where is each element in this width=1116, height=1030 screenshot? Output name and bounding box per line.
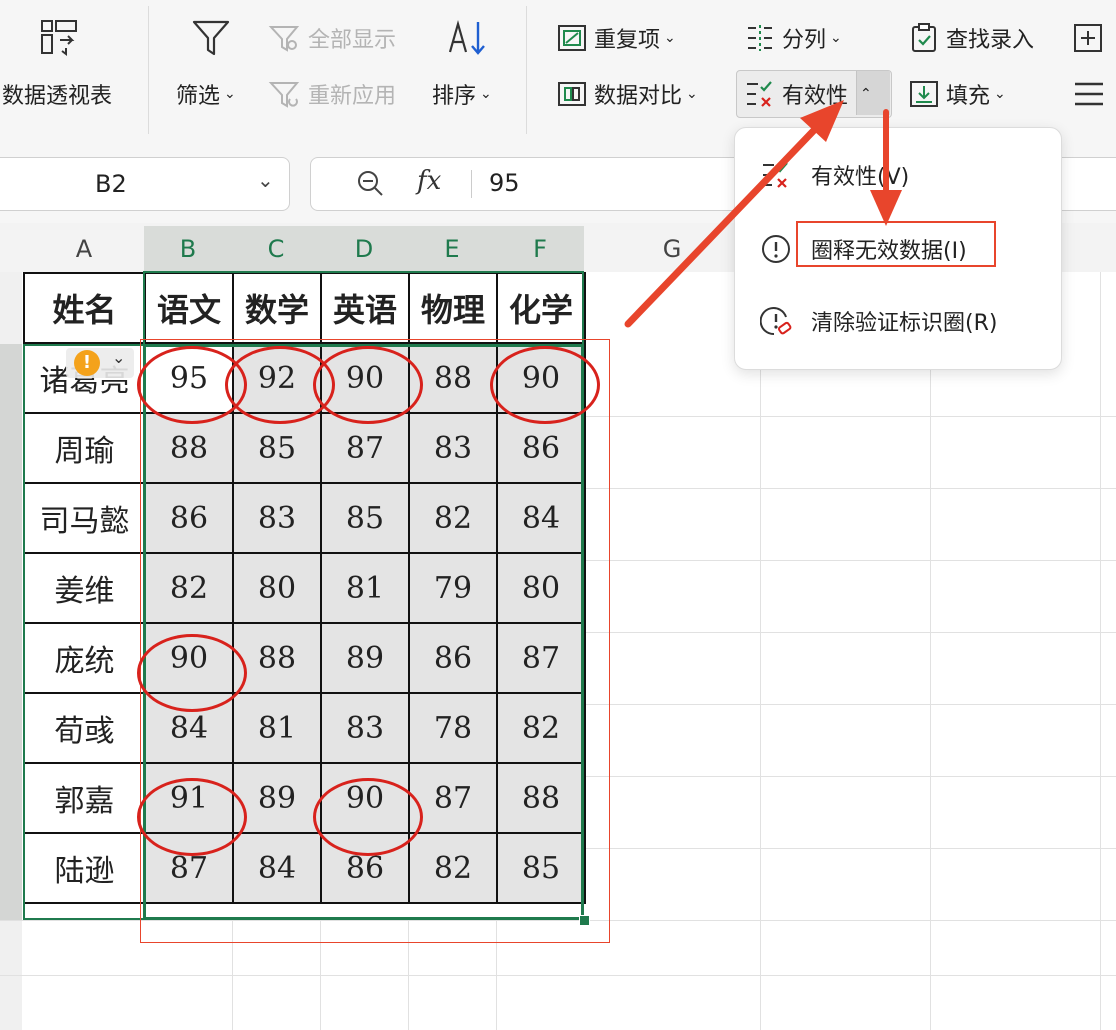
highlight-box xyxy=(140,339,610,943)
gridline xyxy=(584,560,1116,561)
chevron-down-icon: ⌄ xyxy=(112,348,126,367)
find-entry-label: 查找录入 xyxy=(946,28,1035,53)
validity-icon xyxy=(744,79,776,109)
column-header-a[interactable]: A xyxy=(24,226,144,272)
menu-item-clear-circles[interactable]: 清除验证标识圈(R) xyxy=(759,304,997,338)
sort-label: 排序 xyxy=(432,84,477,109)
chevron-down-icon[interactable]: ⌄ xyxy=(257,168,274,192)
formula-divider xyxy=(471,170,472,198)
validity-label: 有效性 xyxy=(782,84,849,109)
ribbon-separator xyxy=(526,6,527,134)
compare-icon xyxy=(556,79,588,109)
menu-item-validity[interactable]: 有效性(V) xyxy=(759,158,909,192)
validity-button-content[interactable]: 有效性 ⌃ xyxy=(744,78,872,110)
filter-label: 筛选 xyxy=(176,84,221,109)
gridline xyxy=(584,632,1116,633)
duplicates-label: 重复项 xyxy=(594,28,661,53)
menu-item-label: 清除验证标识圈(R) xyxy=(811,311,998,336)
chevron-down-icon: ⌄ xyxy=(224,86,236,102)
pivot-table-icon[interactable] xyxy=(38,18,84,58)
sort-icon[interactable] xyxy=(444,18,490,58)
fill-label: 填充 xyxy=(946,84,991,109)
show-all-label: 全部显示 xyxy=(308,28,397,53)
header-cell-name[interactable]: 姓名 xyxy=(23,272,146,344)
gridline xyxy=(584,776,1116,777)
chevron-down-icon: ⌄ xyxy=(830,30,842,46)
split-column-button[interactable]: 分列 ⌄ xyxy=(744,22,842,54)
duplicates-button[interactable]: 重复项 ⌄ xyxy=(556,22,676,54)
gridline xyxy=(584,416,1116,417)
validity-icon xyxy=(759,158,793,192)
chevron-down-icon: ⌄ xyxy=(480,86,492,102)
gridline xyxy=(1100,272,1101,1030)
row-header-selected xyxy=(0,344,22,920)
gridline xyxy=(584,704,1116,705)
gridline xyxy=(0,975,1116,976)
list-icon[interactable] xyxy=(1072,78,1106,110)
duplicate-icon xyxy=(556,23,588,53)
column-header-b[interactable]: B xyxy=(144,226,232,272)
find-entry-button[interactable]: 查找录入 xyxy=(908,22,1034,54)
chevron-down-icon: ⌄ xyxy=(994,86,1006,102)
insert-icon[interactable] xyxy=(1072,22,1106,54)
cell-reference: B2 xyxy=(95,170,127,198)
menu-item-label: 有效性(V) xyxy=(811,165,910,190)
gridline xyxy=(584,848,1116,849)
show-all-button[interactable]: 全部显示 xyxy=(268,22,396,54)
data-compare-label: 数据对比 xyxy=(594,84,683,109)
ribbon-separator xyxy=(148,6,149,134)
warning-icon: ! xyxy=(74,350,100,376)
chevron-down-icon: ⌄ xyxy=(686,86,698,102)
find-entry-icon xyxy=(908,23,940,53)
zoom-search-icon[interactable] xyxy=(355,168,385,202)
fill-button[interactable]: 填充 ⌄ xyxy=(908,78,1006,110)
gridline xyxy=(930,272,931,1030)
reapply-button[interactable]: 重新应用 xyxy=(268,78,396,110)
gridline xyxy=(760,272,761,1030)
filter-button[interactable]: 筛选 ⌄ xyxy=(176,78,236,110)
filter-eye-icon xyxy=(268,23,302,53)
column-header-e[interactable]: E xyxy=(408,226,496,272)
ribbon-toolbar: 数据透视表 筛选 ⌄ 全部显示 重新应用 排序 ⌄ 重复项 ⌄ 数据对比 ⌄ 分… xyxy=(0,0,1116,143)
reapply-label: 重新应用 xyxy=(308,84,397,109)
clear-circle-icon xyxy=(759,304,793,338)
name-box[interactable]: B2 ⌄ xyxy=(0,157,290,211)
chevron-up-icon: ⌃ xyxy=(860,86,872,102)
filter-funnel-icon[interactable] xyxy=(190,16,232,60)
data-compare-button[interactable]: 数据对比 ⌄ xyxy=(556,78,698,110)
filter-refresh-icon xyxy=(268,79,302,109)
name-column-outline xyxy=(23,344,144,920)
split-column-icon xyxy=(744,23,776,53)
pivot-table-button[interactable]: 数据透视表 xyxy=(2,78,112,110)
gridline xyxy=(584,488,1116,489)
formula-value: 95 xyxy=(489,169,520,197)
chevron-down-icon: ⌄ xyxy=(664,30,676,46)
warning-smart-tag[interactable]: ! ⌄ xyxy=(66,348,134,378)
column-header-c[interactable]: C xyxy=(232,226,320,272)
fx-icon[interactable]: fx xyxy=(417,166,441,196)
column-header-d[interactable]: D xyxy=(320,226,408,272)
menu-item-highlight-box xyxy=(796,221,996,267)
column-header-f[interactable]: F xyxy=(496,226,584,272)
sort-button[interactable]: 排序 ⌄ xyxy=(432,78,492,110)
split-column-label: 分列 xyxy=(782,28,827,53)
fill-down-icon xyxy=(908,79,940,109)
exclamation-circle-icon xyxy=(759,232,793,266)
